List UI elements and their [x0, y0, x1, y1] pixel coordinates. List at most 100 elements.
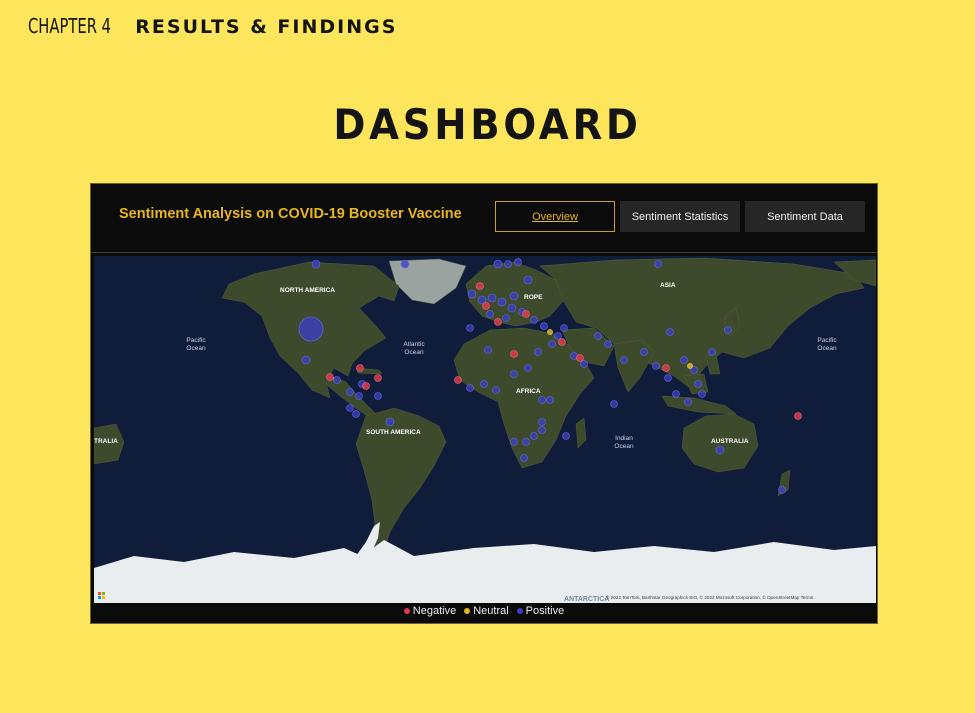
marker-positive[interactable] [715, 445, 725, 455]
marker-positive[interactable] [580, 360, 588, 368]
marker-positive[interactable] [346, 404, 354, 412]
marker-positive[interactable] [708, 348, 716, 356]
marker-positive[interactable] [610, 400, 618, 408]
marker-positive[interactable] [694, 380, 702, 388]
marker-positive[interactable] [538, 426, 546, 434]
legend-neutral-dot-icon [464, 608, 471, 614]
marker-negative[interactable] [326, 373, 334, 381]
dashboard-header: Sentiment Analysis on COVID-19 Booster V… [91, 184, 877, 253]
legend-item-positive[interactable]: Positive [516, 605, 564, 617]
marker-positive[interactable] [524, 364, 532, 372]
legend-item-negative[interactable]: Negative [403, 605, 457, 617]
label-africa: AFRICA [516, 388, 541, 395]
legend-negative-label: Negative [412, 605, 457, 617]
marker-positive[interactable] [523, 275, 533, 285]
marker-neutral[interactable] [687, 363, 693, 369]
legend-item-neutral[interactable]: Neutral [464, 605, 509, 617]
marker-positive[interactable] [466, 324, 474, 332]
marker-positive[interactable] [604, 340, 612, 348]
marker-positive[interactable] [620, 356, 628, 364]
marker-positive[interactable] [530, 316, 538, 324]
marker-positive[interactable] [492, 386, 500, 394]
marker-positive[interactable] [664, 374, 672, 382]
label-asia: ASIA [660, 282, 676, 289]
marker-positive[interactable] [548, 340, 556, 348]
marker-positive[interactable] [400, 259, 410, 269]
page-title: DASHBOARD [0, 100, 975, 149]
marker-negative[interactable] [454, 376, 462, 384]
marker-positive[interactable] [385, 417, 395, 427]
marker-positive[interactable] [538, 396, 546, 404]
marker-positive[interactable] [510, 370, 518, 378]
marker-positive[interactable] [346, 388, 354, 396]
marker-positive[interactable] [538, 418, 546, 426]
marker-positive[interactable] [507, 303, 517, 313]
marker-negative[interactable] [662, 364, 670, 372]
marker-negative[interactable] [356, 364, 364, 372]
label-pacific-left-1: Pacific [186, 337, 206, 344]
marker-positive[interactable] [594, 332, 602, 340]
map-legend: Negative Neutral Positive [91, 605, 877, 617]
map-attribution[interactable]: © 2022 TomTom, Barthstar Geographics SIO… [606, 594, 814, 600]
marker-negative[interactable] [494, 318, 502, 326]
marker-positive[interactable] [514, 258, 522, 266]
marker-positive[interactable] [530, 432, 538, 440]
marker-positive[interactable] [562, 432, 570, 440]
marker-positive[interactable] [522, 438, 530, 446]
marker-positive[interactable] [520, 454, 528, 462]
marker-negative[interactable] [482, 302, 490, 310]
marker-positive[interactable] [510, 438, 518, 446]
marker-positive[interactable] [486, 310, 494, 318]
marker-positive[interactable] [698, 390, 706, 398]
label-pacific-left-2: Ocean [186, 345, 206, 352]
overview-tab[interactable]: Overview [495, 201, 615, 232]
marker-negative[interactable] [794, 412, 802, 420]
marker-positive[interactable] [497, 297, 507, 307]
marker-negative[interactable] [362, 382, 370, 390]
marker-positive[interactable] [298, 316, 324, 342]
sentiment-statistics-button[interactable]: Sentiment Statistics [620, 201, 740, 232]
marker-positive[interactable] [509, 291, 519, 301]
marker-positive[interactable] [778, 486, 786, 494]
legend-neutral-label: Neutral [473, 605, 509, 617]
marker-positive[interactable] [466, 384, 474, 392]
marker-positive[interactable] [493, 259, 503, 269]
marker-positive[interactable] [672, 390, 680, 398]
marker-positive[interactable] [666, 328, 674, 336]
marker-positive[interactable] [504, 260, 512, 268]
marker-negative[interactable] [558, 338, 566, 346]
marker-positive[interactable] [540, 322, 548, 330]
marker-positive[interactable] [652, 362, 660, 370]
marker-positive[interactable] [355, 392, 363, 400]
sentiment-data-button[interactable]: Sentiment Data [745, 201, 865, 232]
marker-positive[interactable] [480, 380, 488, 388]
marker-negative[interactable] [522, 310, 530, 318]
marker-positive[interactable] [560, 324, 568, 332]
marker-positive[interactable] [352, 410, 360, 418]
marker-positive[interactable] [554, 332, 562, 340]
label-australia-left: TRALIA [94, 438, 118, 445]
marker-positive[interactable] [333, 376, 341, 384]
label-pacific-right-2: Ocean [817, 345, 837, 352]
world-map[interactable]: NORTH AMERICA SOUTH AMERICA ROPE ASIA AF… [94, 256, 876, 603]
marker-positive[interactable] [546, 396, 554, 404]
marker-positive[interactable] [484, 346, 492, 354]
marker-positive[interactable] [301, 355, 311, 365]
marker-neutral[interactable] [547, 329, 553, 335]
legend-positive-dot-icon [516, 608, 523, 614]
marker-positive[interactable] [502, 314, 510, 322]
marker-negative[interactable] [576, 354, 584, 362]
marker-positive[interactable] [640, 348, 648, 356]
marker-positive[interactable] [374, 392, 382, 400]
marker-positive[interactable] [680, 356, 688, 364]
marker-positive[interactable] [724, 326, 732, 334]
marker-positive[interactable] [654, 260, 662, 268]
marker-positive[interactable] [684, 398, 692, 406]
marker-positive[interactable] [311, 259, 321, 269]
marker-negative[interactable] [510, 350, 518, 358]
marker-positive[interactable] [534, 348, 542, 356]
marker-positive[interactable] [487, 293, 497, 303]
marker-negative[interactable] [476, 282, 484, 290]
marker-negative[interactable] [374, 374, 382, 382]
marker-positive[interactable] [467, 289, 477, 299]
